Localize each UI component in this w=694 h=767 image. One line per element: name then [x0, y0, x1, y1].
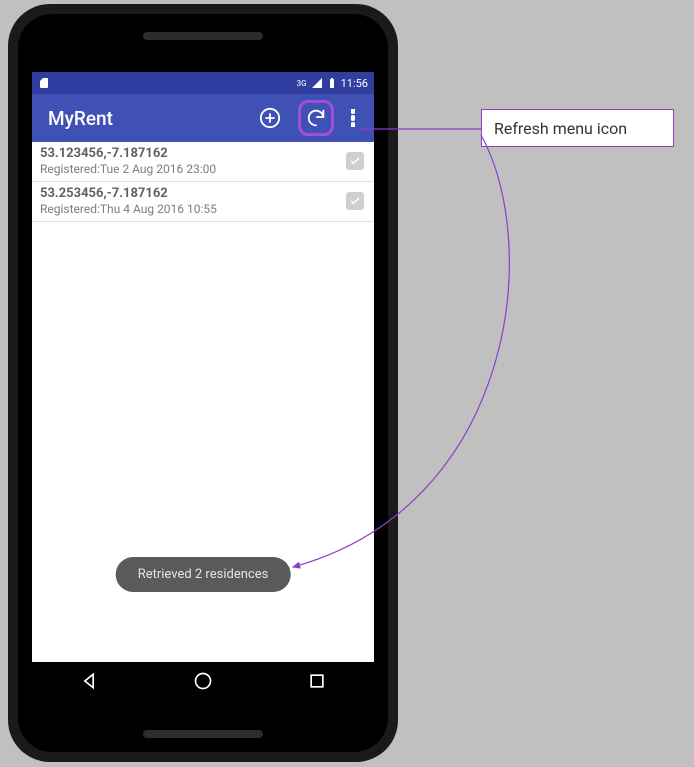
back-button[interactable]: [79, 671, 99, 695]
recents-square-icon: [307, 671, 327, 691]
refresh-button[interactable]: [298, 100, 334, 136]
battery-icon: [326, 77, 338, 89]
navigation-bar: [32, 662, 374, 704]
speaker-grille-top: [143, 32, 263, 40]
home-circle-icon: [193, 671, 213, 691]
signal-icon: [311, 77, 323, 89]
phone-bezel: 3G 11:56 MyRent: [18, 14, 388, 752]
list-item[interactable]: 53.123456,-7.187162 Registered:Tue 2 Aug…: [32, 142, 374, 182]
add-button[interactable]: [252, 100, 288, 136]
annotation-label: Refresh menu icon: [481, 109, 674, 147]
home-button[interactable]: [193, 671, 213, 695]
residence-registered: Registered:Thu 4 Aug 2016 10:55: [40, 202, 346, 216]
phone-frame: 3G 11:56 MyRent: [8, 4, 398, 762]
toast-message: Retrieved 2 residences: [116, 557, 291, 592]
status-bar: 3G 11:56: [32, 72, 374, 94]
residence-registered: Registered:Tue 2 Aug 2016 23:00: [40, 162, 346, 176]
screen: 3G 11:56 MyRent: [32, 72, 374, 704]
check-icon: [349, 195, 361, 207]
action-bar: MyRent: [32, 94, 374, 142]
checkbox[interactable]: [346, 152, 364, 170]
app-title: MyRent: [48, 107, 242, 130]
residence-coords: 53.253456,-7.187162: [40, 186, 346, 201]
clock-label: 11:56: [341, 77, 368, 90]
refresh-icon: [305, 107, 327, 129]
checkbox[interactable]: [346, 192, 364, 210]
sd-card-icon: [38, 77, 50, 89]
check-icon: [349, 155, 361, 167]
speaker-grille-bottom: [143, 730, 263, 738]
content-area: 53.123456,-7.187162 Registered:Tue 2 Aug…: [32, 142, 374, 662]
list-item[interactable]: 53.253456,-7.187162 Registered:Thu 4 Aug…: [32, 182, 374, 222]
network-type-label: 3G: [297, 79, 307, 88]
plus-circle-icon: [259, 107, 281, 129]
recents-button[interactable]: [307, 671, 327, 695]
overflow-menu-button[interactable]: [344, 100, 362, 136]
more-vert-icon: [351, 109, 355, 127]
back-triangle-icon: [79, 671, 99, 691]
residence-coords: 53.123456,-7.187162: [40, 146, 346, 161]
